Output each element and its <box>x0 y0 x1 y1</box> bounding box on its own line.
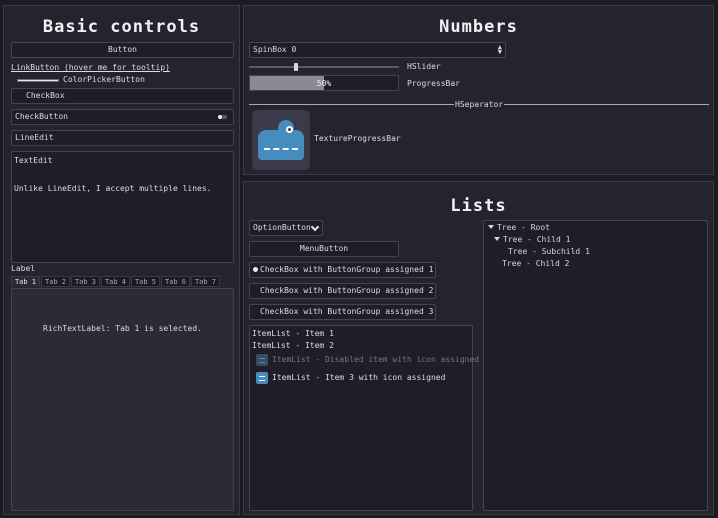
rich-text-label: RichTextLabel: Tab 1 is selected. <box>43 324 202 333</box>
lists-title: Lists <box>450 196 507 216</box>
check-button[interactable]: CheckButton <box>11 109 234 125</box>
texture-progress-label: TextureProgressBar <box>314 134 401 143</box>
label: Label <box>11 264 36 273</box>
list-item-with-icon[interactable]: ItemList - Item 3 with icon assigned <box>256 372 466 384</box>
check-button-label: CheckButton <box>15 112 68 121</box>
hseparator: HSeparator <box>249 100 709 110</box>
line-edit[interactable]: LineEdit <box>11 130 234 146</box>
spinbox-value: SpinBox 0 <box>253 45 297 54</box>
item-list[interactable]: ItemList - Item 1 ItemList - Item 2 Item… <box>249 325 479 511</box>
tab-container: Tab 1 Tab 2 Tab 3 Tab 4 Tab 5 Tab 6 Tab 7 Rich… <box>11 276 234 512</box>
spinbox-arrows-icon[interactable]: ▲ ▼ <box>498 44 502 56</box>
godot-icon <box>256 372 268 384</box>
list-item-disabled: ItemList - Disabled item with icon assig… <box>256 354 479 366</box>
chevron-down-icon <box>310 222 320 232</box>
slider-track <box>249 66 399 68</box>
progress-bar: 50% <box>249 75 399 91</box>
progress-text: 50% <box>316 79 332 88</box>
color-swatch <box>17 79 59 82</box>
tree[interactable]: Tree - Root Tree - Child 1 Tree - Subchi… <box>483 220 708 511</box>
group-check-3[interactable]: CheckBox with ButtonGroup assigned 3 <box>249 304 436 320</box>
tree-child-2[interactable]: Tree - Child 2 <box>502 259 569 268</box>
menu-button[interactable]: MenuButton <box>249 241 399 257</box>
hseparator-label: HSeparator <box>454 100 505 109</box>
checkbox[interactable]: CheckBox <box>11 88 234 104</box>
godot-logo-icon <box>252 110 310 170</box>
slider-grabber[interactable] <box>294 63 298 71</box>
tree-root[interactable]: Tree - Root <box>488 223 550 232</box>
tab-6[interactable]: Tab 6 <box>161 276 190 287</box>
text-edit-line-2: Unlike LineEdit, I accept multiple lines… <box>14 184 212 193</box>
godot-icon <box>256 354 268 366</box>
list-item[interactable]: ItemList - Item 2 <box>252 341 334 350</box>
link-button[interactable]: LinkButton (hover me for tooltip) <box>11 63 170 72</box>
button[interactable]: Button <box>11 42 234 58</box>
toggle-switch-icon <box>218 115 227 119</box>
color-picker-label: ColorPickerButton <box>63 75 145 84</box>
text-edit-line-1: TextEdit <box>14 156 53 165</box>
basic-controls-panel: Basic controls Button LinkButton (hover … <box>3 5 240 515</box>
radio-checked-icon <box>253 267 258 272</box>
option-button[interactable]: OptionButton <box>249 220 323 236</box>
spinbox[interactable]: SpinBox 0 ▲ ▼ <box>249 42 506 58</box>
text-edit[interactable]: TextEdit Unlike LineEdit, I accept multi… <box>11 151 234 263</box>
group-check-1-label: CheckBox with ButtonGroup assigned 1 <box>260 265 434 274</box>
lists-panel: Lists OptionButton MenuButton CheckBox w… <box>243 181 714 515</box>
checkbox-label: CheckBox <box>26 91 65 100</box>
basic-controls-title: Basic controls <box>42 17 201 37</box>
tab-7[interactable]: Tab 7 <box>191 276 220 287</box>
tab-content: RichTextLabel: Tab 1 is selected. <box>11 288 234 511</box>
option-button-label: OptionButton <box>253 223 311 232</box>
tab-3[interactable]: Tab 3 <box>71 276 100 287</box>
chevron-down-icon[interactable] <box>494 237 500 241</box>
tab-5[interactable]: Tab 5 <box>131 276 160 287</box>
tab-bar: Tab 1 Tab 2 Tab 3 Tab 4 Tab 5 Tab 6 Tab 7 <box>11 276 234 288</box>
radio-unchecked-icon <box>253 309 258 314</box>
numbers-panel: Numbers SpinBox 0 ▲ ▼ HSlider 50% Progres… <box>243 5 714 175</box>
progress-bar-label: ProgressBar <box>407 79 460 88</box>
checkbox-unchecked-icon <box>17 93 22 98</box>
chevron-down-icon[interactable] <box>488 225 494 229</box>
hslider-label: HSlider <box>407 62 441 71</box>
group-check-2-label: CheckBox with ButtonGroup assigned 2 <box>260 286 434 295</box>
tree-child-1[interactable]: Tree - Child 1 <box>494 235 570 244</box>
radio-unchecked-icon <box>253 288 258 293</box>
group-check-3-label: CheckBox with ButtonGroup assigned 3 <box>260 307 434 316</box>
tab-4[interactable]: Tab 4 <box>101 276 130 287</box>
color-picker-button[interactable]: ColorPickerButton <box>11 75 234 86</box>
numbers-title: Numbers <box>439 17 518 37</box>
group-check-2[interactable]: CheckBox with ButtonGroup assigned 2 <box>249 283 436 299</box>
hslider[interactable] <box>249 62 399 72</box>
tab-2[interactable]: Tab 2 <box>41 276 70 287</box>
tab-1[interactable]: Tab 1 <box>11 276 40 287</box>
list-item[interactable]: ItemList - Item 1 <box>252 329 334 338</box>
group-check-1[interactable]: CheckBox with ButtonGroup assigned 1 <box>249 262 436 278</box>
tree-subchild-1[interactable]: Tree - Subchild 1 <box>508 247 590 256</box>
